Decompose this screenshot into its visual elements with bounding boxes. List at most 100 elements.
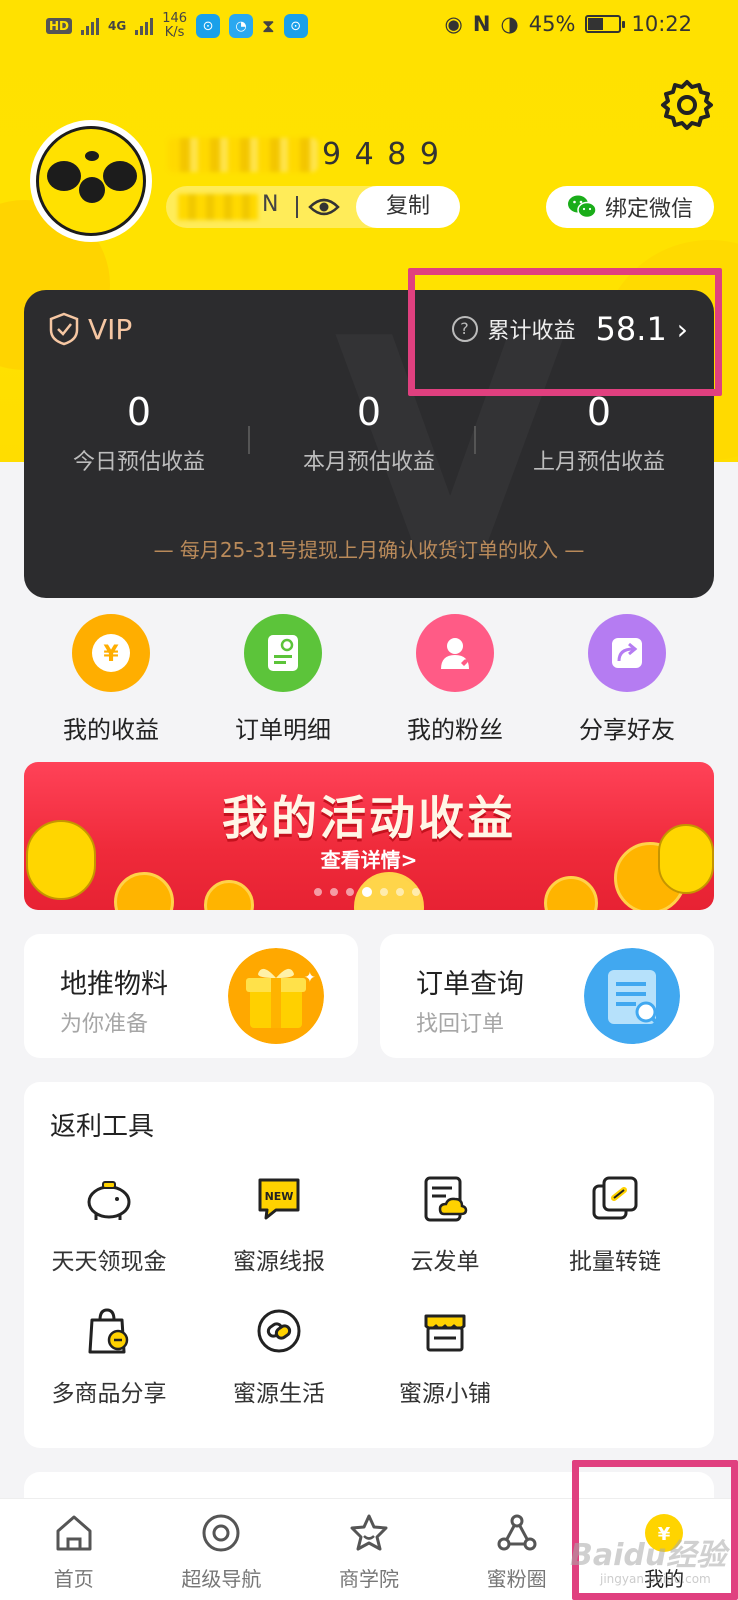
nav-label: 商学院 — [338, 1567, 399, 1591]
coin-decor — [204, 880, 254, 910]
carousel-dot[interactable] — [346, 888, 354, 896]
batch-link-tool[interactable]: 批量转链 — [530, 1172, 700, 1276]
avatar[interactable] — [30, 120, 152, 242]
stat-label: 本月预估收益 — [302, 450, 435, 475]
tool-label: 云发单 — [410, 1249, 480, 1275]
settings-button[interactable] — [660, 78, 714, 132]
withdraw-note: — 每月25-31号提现上月确认收货订单的收入 — — [153, 538, 585, 562]
carousel-dot[interactable] — [380, 888, 388, 896]
banner-title: 我的活动收益 — [222, 791, 516, 845]
network-speed: 146 K/s — [162, 11, 188, 40]
browser-app-icon: ◔ — [229, 14, 254, 38]
clock: 10:22 — [631, 12, 692, 36]
bind-wechat-button[interactable]: 绑定微信 — [546, 186, 714, 228]
carousel-dot[interactable] — [412, 888, 420, 896]
order-search-icon — [584, 948, 680, 1044]
card-title: 地推物料 — [60, 969, 168, 1000]
nav-fan-circle[interactable]: 蜜粉圈 — [443, 1499, 591, 1600]
wifi-app-icon: ⊙ — [196, 14, 221, 38]
card-subtitle: 为你准备 — [60, 1012, 149, 1037]
quick-menu: ¥ 我的收益 订单明细 我的粉丝 分享好友 — [36, 614, 702, 745]
vip-shield-icon — [49, 312, 79, 346]
nav-label: 超级导航 — [181, 1567, 262, 1591]
carousel-dot[interactable] — [396, 888, 404, 896]
order-detail-button[interactable]: 订单明细 — [208, 614, 358, 745]
quick-label: 我的收益 — [63, 716, 159, 744]
speed-meter-icon: ◑ — [500, 12, 519, 36]
nav-business-school[interactable]: 商学院 — [295, 1499, 443, 1600]
section-title: 返利工具 — [50, 1112, 155, 1142]
eye-comfort-icon: ◉ — [444, 12, 463, 36]
activity-earnings-banner[interactable]: 我的活动收益 查看详情> — [24, 762, 714, 910]
divider — [296, 196, 298, 218]
batch-link-icon — [592, 1176, 638, 1220]
share-friends-button[interactable]: 分享好友 — [552, 614, 702, 745]
tool-label: 蜜源线报 — [233, 1249, 325, 1275]
gift-icon: ✦ — [228, 948, 324, 1044]
shop-icon — [424, 1314, 466, 1352]
quick-label: 我的粉丝 — [407, 716, 503, 744]
redacted-code — [178, 194, 258, 220]
promo-materials-card[interactable]: 地推物料 为你准备 ✦ — [24, 934, 358, 1058]
cloud-document-icon — [424, 1176, 468, 1222]
my-fans-button[interactable]: 我的粉丝 — [380, 614, 530, 745]
share-icon — [588, 614, 666, 692]
stat-today[interactable]: 0 今日预估收益 — [24, 390, 254, 476]
battery-icon — [585, 15, 626, 33]
status-bar: HD 4G 146 K/s ⊙ ◔ ⧗ ⊙ ◉ N ◑ 45% 10:22 — [0, 0, 738, 52]
miyuan-news-tool[interactable]: NEW 蜜源线报 — [194, 1172, 364, 1276]
highlight-frame-total-earnings — [408, 268, 722, 396]
copy-button[interactable]: 复制 — [356, 186, 460, 228]
order-detail-icon — [244, 614, 322, 692]
coin-decor — [114, 872, 174, 910]
quick-label: 订单明细 — [235, 716, 331, 744]
home-icon — [56, 1515, 92, 1551]
yuan-coin-icon: ¥ — [72, 614, 150, 692]
compass-icon — [202, 1514, 240, 1552]
stat-this-month[interactable]: 0 本月预估收益 — [254, 390, 484, 476]
eye-icon[interactable] — [308, 195, 340, 219]
username: 9 4 8 9 — [168, 136, 441, 172]
carousel-dot-active[interactable] — [362, 887, 372, 897]
multi-product-share-tool[interactable]: 多商品分享 — [24, 1304, 194, 1408]
miyuan-shop-tool[interactable]: 蜜源小铺 — [360, 1304, 530, 1408]
star-icon — [350, 1514, 388, 1551]
cloud-posting-tool[interactable]: 云发单 — [360, 1172, 530, 1276]
coin-decor — [544, 876, 598, 910]
nav-super-navigation[interactable]: 超级导航 — [148, 1499, 296, 1600]
redacted-name — [168, 137, 318, 172]
quick-label: 分享好友 — [579, 716, 675, 744]
piggy-bank-icon — [87, 1181, 131, 1220]
baidu-watermark-url: jingyan.baidu.com — [600, 1572, 711, 1586]
stat-label: 今日预估收益 — [72, 450, 205, 475]
wechat-icon — [567, 195, 597, 219]
stat-label: 上月预估收益 — [532, 450, 665, 475]
signal-icon — [81, 17, 100, 35]
hd-indicator: HD — [46, 18, 73, 34]
carousel-dots — [314, 887, 420, 897]
baidu-watermark: Baidu经验 — [570, 1538, 727, 1573]
carousel-dot[interactable] — [314, 888, 322, 896]
tool-label: 批量转链 — [569, 1249, 661, 1275]
bee-mascot-avatar — [36, 126, 146, 236]
rebate-tools-panel: 返利工具 天天领现金 NEW 蜜源线报 云发单 批量转链 多商品分享 蜜源生活 … — [24, 1082, 714, 1448]
card-subtitle: 找回订单 — [416, 1012, 505, 1037]
new-message-icon: NEW — [258, 1178, 300, 1220]
divider — [474, 426, 476, 454]
svg-text:NEW: NEW — [265, 1190, 294, 1203]
svg-text:¥: ¥ — [103, 642, 119, 667]
stat-value: 0 — [356, 390, 382, 434]
carousel-dot[interactable] — [330, 888, 338, 896]
tool-label: 蜜源小铺 — [399, 1381, 491, 1407]
miyuan-life-tool[interactable]: 蜜源生活 — [194, 1304, 364, 1408]
order-query-card[interactable]: 订单查询 找回订单 — [380, 934, 714, 1058]
card-title: 订单查询 — [416, 969, 524, 1000]
vip-label: VIP — [88, 312, 133, 346]
stat-last-month[interactable]: 0 上月预估收益 — [484, 390, 714, 476]
my-earnings-button[interactable]: ¥ 我的收益 — [36, 614, 186, 745]
daily-cash-tool[interactable]: 天天领现金 — [24, 1172, 194, 1276]
divider — [248, 426, 250, 454]
bind-wechat-label: 绑定微信 — [604, 197, 693, 222]
nav-home[interactable]: 首页 — [0, 1499, 148, 1600]
banner-detail-link[interactable]: 查看详情> — [24, 844, 714, 873]
